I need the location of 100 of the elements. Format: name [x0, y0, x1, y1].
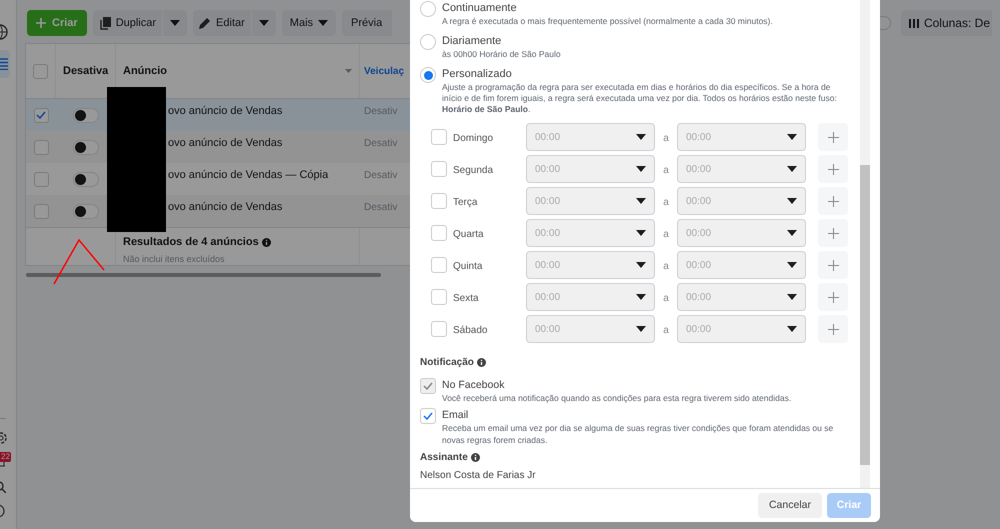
time-dropdown[interactable]: 00:00 [677, 123, 806, 151]
time-dropdown[interactable]: 00:00 [526, 283, 655, 311]
option-label[interactable]: Continuamente [442, 1, 842, 16]
create-button[interactable]: Criar [27, 10, 87, 36]
toggle-switch[interactable] [73, 172, 99, 186]
ad-name-link[interactable]: ovo anúncio de Vendas [168, 105, 282, 117]
table-cell: Desativ [364, 202, 398, 213]
caret-icon [636, 134, 646, 140]
option-label[interactable]: Email [442, 408, 842, 422]
preview-button[interactable]: Prévia [342, 10, 392, 36]
separator-text: a [663, 325, 669, 336]
option-description: Ajuste a programação da regra para ser executada em dias e horários do dia específicos. Se a hora de início e de fim forem iguais, a regra será executada uma vez por dia. Todos os horários estão neste fuso: Horário de São Paulo. [442, 82, 838, 115]
separator-text: a [663, 165, 669, 176]
checkbox[interactable] [431, 161, 447, 177]
toolbar-button[interactable]: Editar [193, 10, 251, 36]
time-dropdown[interactable]: 00:00 [677, 251, 806, 279]
separator-text: a [663, 293, 669, 304]
add-button[interactable] [818, 155, 848, 183]
plus-icon [828, 260, 838, 270]
annotation-mark [52, 238, 106, 286]
ad-name-link[interactable]: ovo anúncio de Vendas [168, 201, 282, 213]
list-icon[interactable] [0, 50, 10, 78]
sort-icon[interactable] [345, 69, 352, 73]
toggle-switch[interactable] [73, 204, 99, 218]
column-header[interactable]: Veiculaç [364, 64, 404, 78]
day-label: Sábado [453, 325, 488, 336]
section-title: Assinante [420, 451, 468, 465]
option-label[interactable]: Diariamente [442, 34, 842, 49]
check-icon [36, 111, 46, 119]
add-button[interactable] [818, 283, 848, 311]
check-icon [423, 382, 433, 390]
caret-icon [636, 230, 646, 236]
caret-icon [636, 326, 646, 332]
time-dropdown[interactable]: 00:00 [526, 251, 655, 279]
option-description: às 00h00 Horário de São Paulo [442, 49, 562, 60]
checkbox[interactable] [34, 140, 48, 154]
caret-icon [787, 166, 797, 172]
add-button[interactable] [818, 251, 848, 279]
checkbox[interactable] [431, 193, 447, 209]
column-header[interactable]: Desativa [63, 62, 108, 80]
caret-icon [787, 230, 797, 236]
cancel-button[interactable]: Cancelar [758, 493, 822, 518]
caret-icon [636, 262, 646, 268]
time-dropdown[interactable]: 00:00 [677, 315, 806, 343]
add-button[interactable] [818, 219, 848, 247]
plus-icon [828, 292, 838, 302]
table-cell: Desativ [364, 106, 398, 117]
radio-button[interactable] [420, 1, 436, 17]
scrollbar[interactable] [860, 165, 870, 465]
caret-icon [636, 166, 646, 172]
add-button[interactable] [818, 315, 848, 343]
checkbox[interactable] [431, 289, 447, 305]
time-dropdown[interactable]: 00:00 [677, 219, 806, 247]
caret-icon [636, 294, 646, 300]
time-dropdown[interactable]: 00:00 [677, 155, 806, 183]
radio-button[interactable] [420, 67, 436, 83]
checkbox[interactable] [34, 172, 48, 186]
dropdown-button[interactable] [163, 10, 188, 36]
add-button[interactable] [818, 187, 848, 215]
dropdown-button[interactable] [252, 10, 276, 36]
radio-button[interactable] [420, 34, 436, 50]
add-button[interactable] [818, 123, 848, 151]
time-dropdown[interactable]: 00:00 [526, 315, 655, 343]
time-dropdown[interactable]: 00:00 [677, 187, 806, 215]
checkbox[interactable] [431, 225, 447, 241]
caret-icon [787, 262, 797, 268]
separator-text: a [663, 261, 669, 272]
info-icon[interactable] [262, 238, 271, 247]
checkbox[interactable] [431, 321, 447, 337]
checkbox[interactable] [431, 257, 447, 273]
checkbox[interactable] [33, 64, 48, 78]
scrollbar[interactable] [26, 273, 381, 277]
caret-icon [787, 198, 797, 204]
plus-icon [828, 164, 838, 174]
info-icon[interactable] [470, 453, 480, 462]
option-label: No Facebook [442, 378, 506, 392]
subscriber-name: Nelson Costa de Farias Jr [420, 469, 537, 483]
time-dropdown[interactable]: 00:00 [526, 219, 655, 247]
toggle-switch[interactable] [73, 140, 99, 154]
plus-icon [36, 18, 46, 28]
time-dropdown[interactable]: 00:00 [526, 155, 655, 183]
toggle-switch[interactable] [73, 108, 99, 122]
toolbar-button[interactable]: Duplicar [92, 10, 162, 36]
more-button[interactable]: Mais [282, 10, 336, 36]
ad-name-link[interactable]: ovo anúncio de Vendas [168, 137, 282, 149]
checkbox[interactable] [34, 108, 48, 122]
checkbox[interactable] [34, 204, 48, 218]
column-header[interactable]: Anúncio [123, 62, 167, 80]
option-label[interactable]: Personalizado [442, 67, 842, 82]
checkbox[interactable] [420, 408, 436, 424]
columns-button[interactable]: Colunas: De [900, 10, 992, 36]
summary-subtitle: Não inclui itens excluídos [123, 252, 226, 265]
time-dropdown[interactable]: 00:00 [677, 283, 806, 311]
plus-icon [828, 324, 838, 334]
pencil-icon [199, 17, 212, 29]
time-dropdown[interactable]: 00:00 [526, 187, 655, 215]
checkbox[interactable] [431, 129, 447, 145]
time-dropdown[interactable]: 00:00 [526, 123, 655, 151]
info-icon[interactable] [476, 358, 486, 367]
ad-name-link[interactable]: ovo anúncio de Vendas — Cópia [168, 169, 328, 181]
